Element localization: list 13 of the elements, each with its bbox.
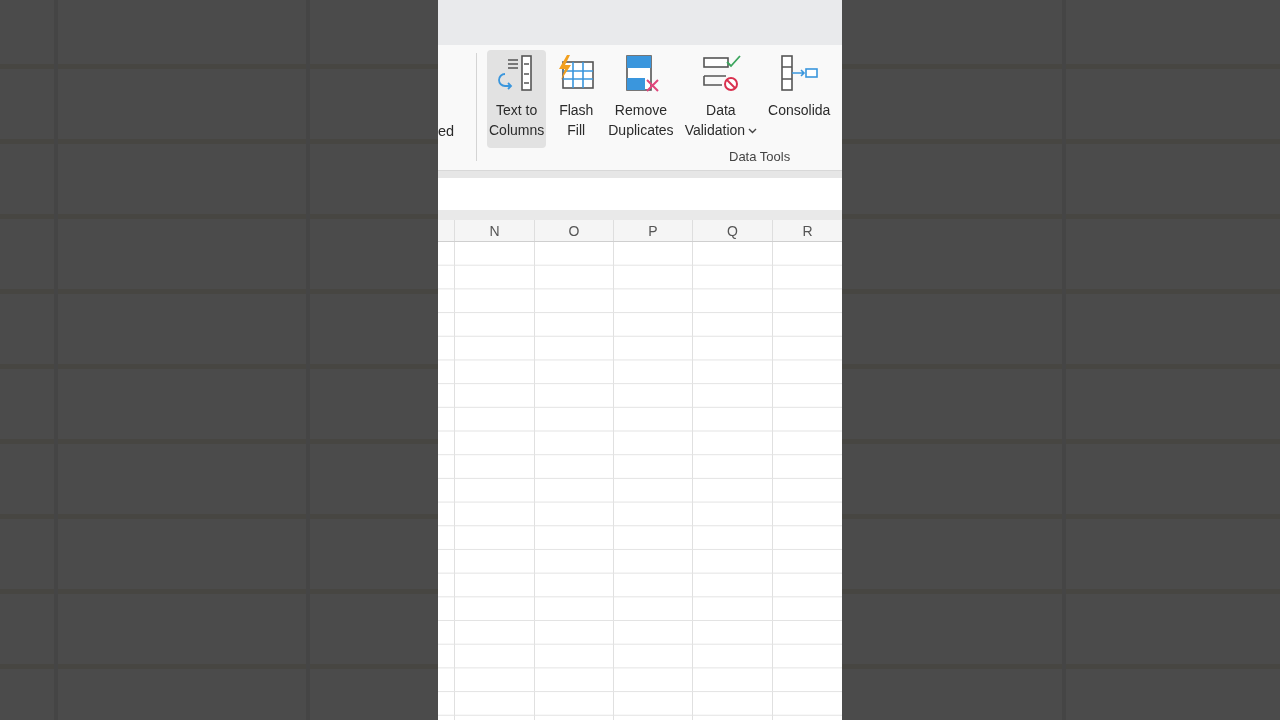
column-header[interactable]: Q (693, 220, 773, 241)
column-header[interactable]: P (614, 220, 693, 241)
ribbon-button[interactable]: Text to Columns (487, 50, 547, 148)
column-header[interactable]: N (455, 220, 535, 241)
consolidate-icon (778, 54, 821, 94)
ribbon-label: ed (438, 122, 455, 141)
ribbon-button[interactable]: Consolida (766, 50, 831, 128)
column-header[interactable]: O (535, 220, 614, 241)
ribbon-button[interactable]: Data Validation (682, 50, 760, 148)
ribbon-button[interactable]: Flash Fill (553, 50, 600, 148)
column-header[interactable]: R (773, 220, 842, 241)
ribbon-button[interactable]: Remove Duplicates (606, 50, 676, 148)
group-label: Data Tools (729, 148, 791, 166)
